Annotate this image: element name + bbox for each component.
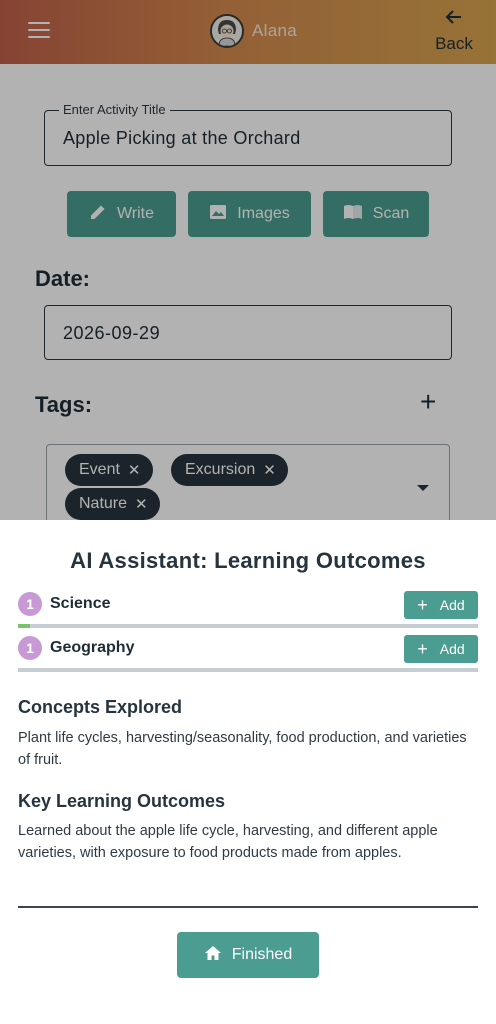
- count-badge: 1: [18, 592, 42, 616]
- progress-fill: [18, 624, 30, 628]
- home-icon: [204, 945, 222, 966]
- subject-name: Science: [50, 595, 111, 612]
- sheet-title: AI Assistant: Learning Outcomes: [70, 548, 426, 573]
- count-badge: 1: [18, 636, 42, 660]
- ai-assistant-sheet: AI Assistant: Learning Outcomes 1 Scienc…: [0, 520, 496, 1024]
- progress-bar: [18, 668, 478, 672]
- divider: [18, 906, 478, 908]
- concepts-text: Plant life cycles, harvesting/seasonalit…: [18, 730, 467, 768]
- plus-icon: +: [417, 595, 428, 615]
- modal-backdrop[interactable]: [0, 0, 496, 520]
- concepts-heading: Concepts Explored: [18, 697, 183, 717]
- progress-bar: [18, 624, 478, 628]
- finished-label: Finished: [231, 946, 293, 963]
- finished-button[interactable]: Finished: [177, 932, 319, 978]
- add-label: Add: [439, 641, 465, 657]
- outcomes-text: Learned about the apple life cycle, harv…: [18, 823, 438, 861]
- add-science-button[interactable]: + Add: [404, 591, 478, 619]
- add-label: Add: [439, 597, 465, 613]
- subject-name: Geography: [50, 639, 135, 656]
- outcomes-heading: Key Learning Outcomes: [18, 791, 226, 811]
- add-geography-button[interactable]: + Add: [404, 635, 478, 663]
- plus-icon: +: [417, 639, 428, 659]
